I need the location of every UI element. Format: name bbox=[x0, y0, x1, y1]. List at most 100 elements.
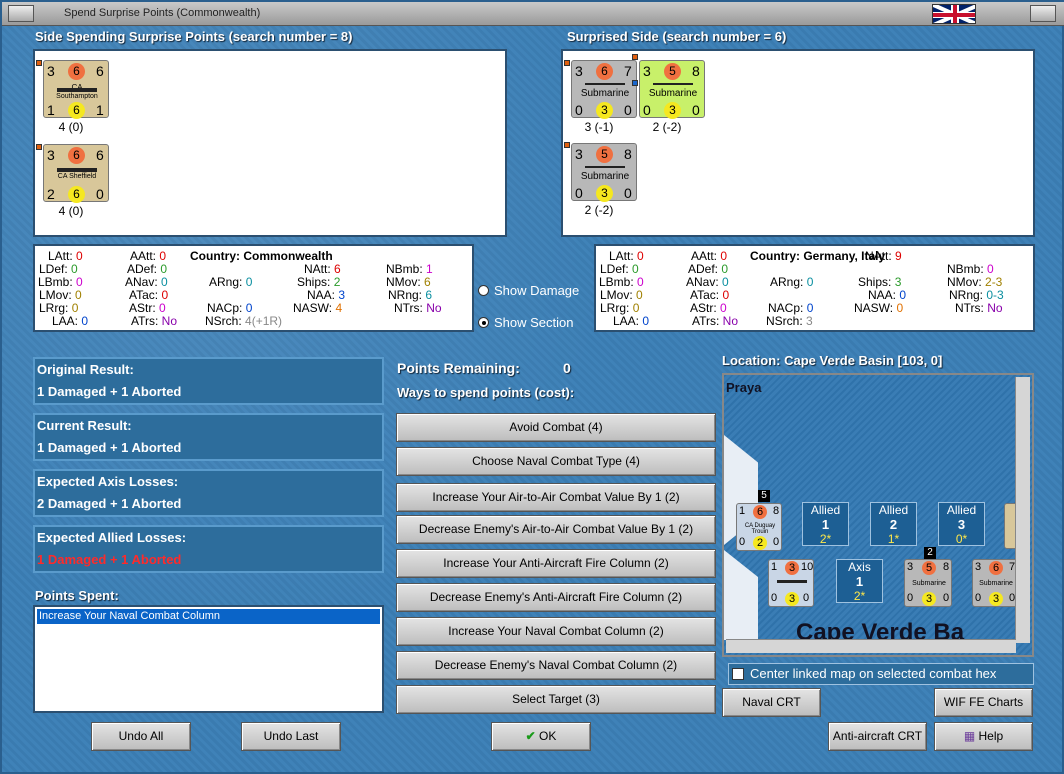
box-number: 1 bbox=[821, 517, 830, 532]
unit-value-label: 3 (-1) bbox=[584, 120, 614, 134]
maximize-button[interactable] bbox=[1030, 5, 1056, 22]
stat-label: LAA: bbox=[52, 314, 79, 328]
decrease-enemy-naval-combat-column-button[interactable]: Decrease Enemy's Naval Combat Column (2) bbox=[396, 651, 716, 680]
unit-counter[interactable]: 3 6 7 Submarine 0 3 0 bbox=[571, 60, 637, 119]
spending-side-header: Side Spending Surprise Points (search nu… bbox=[35, 29, 353, 44]
unit-value-label: 4 (0) bbox=[58, 120, 84, 134]
map-unit-counter[interactable]: 3 6 7 Submarine 0 3 0 bbox=[972, 559, 1018, 607]
stat-value: 0 bbox=[71, 301, 79, 315]
show-section-radio[interactable]: Show Section bbox=[478, 315, 574, 330]
result-title: Expected Allied Losses: bbox=[37, 530, 187, 545]
stat-label: ARng: bbox=[209, 275, 243, 289]
stack-count-badge: 2 bbox=[924, 547, 936, 559]
map-unit-counter[interactable]: 3 5 8 Submarine 0 3 0 bbox=[904, 559, 952, 607]
points-remaining-label: Points Remaining: bbox=[397, 360, 520, 376]
decrease-enemy-anti-aircraft-button[interactable]: Decrease Enemy's Anti-Aircraft Fire Colu… bbox=[396, 583, 716, 612]
center-linked-checkbox[interactable]: Center linked map on selected combat hex bbox=[728, 663, 1034, 685]
counter-value: 3 bbox=[596, 102, 613, 119]
increase-air-to-air-button[interactable]: Increase Your Air-to-Air Combat Value By… bbox=[396, 483, 716, 512]
unit-counter[interactable]: 3 5 8 Submarine 0 3 0 bbox=[571, 143, 637, 202]
spending-stats-panel: LAtt: 0 LDef: 0 LBmb: 0 LMov: 0 LRrg: 0 … bbox=[33, 244, 474, 332]
result-value: 2 Damaged + 1 Aborted bbox=[37, 496, 182, 511]
counter-value: 3 bbox=[785, 561, 799, 575]
increase-anti-aircraft-button[interactable]: Increase Your Anti-Aircraft Fire Column … bbox=[396, 549, 716, 578]
counter-value: 3 bbox=[907, 561, 914, 573]
allied-box-1[interactable]: Allied 1 2* bbox=[802, 502, 849, 546]
counter-value: 5 bbox=[664, 63, 681, 80]
counter-value: 0 bbox=[624, 185, 632, 201]
counter-value: 3 bbox=[47, 63, 55, 79]
unit-counter[interactable]: 3 6 6 CA Sheffield 2 6 0 bbox=[43, 144, 109, 203]
ok-label: OK bbox=[539, 729, 557, 743]
counter-value: 1 bbox=[771, 561, 778, 573]
box-value: 2* bbox=[853, 589, 866, 603]
stat-label: LDef: bbox=[39, 262, 68, 276]
stat-value: 0 bbox=[806, 301, 814, 315]
result-title: Original Result: bbox=[37, 362, 134, 377]
unit-marker-icon bbox=[36, 60, 42, 66]
map-unit-counter[interactable]: 1 3 10 0 3 0 bbox=[768, 559, 814, 607]
stat-value: 0 bbox=[722, 275, 729, 289]
country-label: Country: bbox=[190, 249, 240, 263]
select-target-button[interactable]: Select Target (3) bbox=[396, 685, 716, 714]
show-damage-radio[interactable]: Show Damage bbox=[478, 283, 579, 298]
undo-last-button[interactable]: Undo Last bbox=[241, 722, 341, 751]
stat-value: 0 bbox=[899, 288, 907, 302]
box-title: Allied bbox=[946, 503, 977, 517]
mini-map[interactable]: Praya 5 1 6 8 CA Duguay Trouin 0 2 0 All… bbox=[722, 373, 1034, 657]
map-vertical-scrollbar[interactable] bbox=[1015, 377, 1030, 643]
counter-value: 7 bbox=[624, 63, 632, 79]
stat-label: ATrs: bbox=[131, 314, 159, 328]
stat-value: 4 bbox=[335, 301, 343, 315]
box-number: 1 bbox=[855, 574, 864, 589]
stat-label: AAtt: bbox=[130, 249, 157, 263]
system-menu-button[interactable] bbox=[8, 5, 34, 22]
stat-value: 0 bbox=[637, 275, 644, 289]
points-spent-list[interactable]: Increase Your Naval Combat Column bbox=[33, 605, 384, 713]
counter-value: 5 bbox=[922, 561, 936, 575]
unit-marker-icon bbox=[632, 80, 638, 86]
stat-label: NMov: bbox=[386, 275, 421, 289]
stat-value: 0 bbox=[71, 262, 78, 276]
stat-label: NACp: bbox=[768, 301, 804, 315]
title-bar: Spend Surprise Points (Commonwealth) bbox=[2, 2, 1064, 26]
decrease-enemy-air-to-air-button[interactable]: Decrease Enemy's Air-to-Air Combat Value… bbox=[396, 515, 716, 544]
unit-marker-icon bbox=[564, 60, 570, 66]
counter-name: CA Duguay Trouin bbox=[744, 523, 776, 535]
map-horizontal-scrollbar[interactable] bbox=[726, 639, 1016, 653]
counter-name: Submarine bbox=[580, 171, 630, 182]
help-button[interactable]: ▦ Help bbox=[934, 722, 1033, 751]
submarine-silhouette-icon bbox=[585, 83, 625, 85]
anti-aircraft-crt-button[interactable]: Anti-aircraft CRT bbox=[828, 722, 927, 751]
counter-value: 6 bbox=[753, 505, 767, 519]
wif-fe-charts-button[interactable]: WIF FE Charts bbox=[934, 688, 1033, 717]
counter-value: 0 bbox=[643, 102, 651, 118]
counter-value: 0 bbox=[575, 185, 583, 201]
allied-box-2[interactable]: Allied 2 1* bbox=[870, 502, 917, 546]
unit-counter[interactable]: 3 6 6 CA Southampton 1 6 1 bbox=[43, 60, 109, 119]
counter-value: 0 bbox=[96, 186, 104, 202]
undo-all-button[interactable]: Undo All bbox=[91, 722, 191, 751]
allied-box-3[interactable]: Allied 3 0* bbox=[938, 502, 985, 546]
avoid-combat-button[interactable]: Avoid Combat (4) bbox=[396, 413, 716, 442]
stat-value: 6 bbox=[425, 288, 433, 302]
result-title: Current Result: bbox=[37, 418, 132, 433]
unit-counter[interactable]: 3 5 8 Submarine 0 3 0 bbox=[639, 60, 705, 119]
box-title: Axis bbox=[848, 560, 871, 574]
map-unit-counter[interactable]: 1 6 8 CA Duguay Trouin 0 2 0 bbox=[736, 503, 782, 551]
counter-name: Submarine bbox=[912, 580, 946, 587]
naval-crt-button[interactable]: Naval CRT bbox=[722, 688, 821, 717]
stat-value: 0 bbox=[722, 288, 730, 302]
axis-box-1[interactable]: Axis 1 2* bbox=[836, 559, 883, 603]
counter-name: Southampton bbox=[56, 93, 98, 100]
ship-silhouette-icon bbox=[57, 168, 97, 172]
counter-value: 2 bbox=[47, 186, 55, 202]
stat-value: 6 bbox=[334, 262, 341, 276]
counter-value: 6 bbox=[68, 63, 85, 80]
counter-value: 5 bbox=[596, 146, 613, 163]
ok-button[interactable]: ✔ OK bbox=[491, 722, 591, 751]
list-item[interactable]: Increase Your Naval Combat Column bbox=[37, 609, 380, 624]
choose-naval-combat-type-button[interactable]: Choose Naval Combat Type (4) bbox=[396, 447, 716, 476]
stat-value: 0 bbox=[76, 249, 83, 263]
increase-naval-combat-column-button[interactable]: Increase Your Naval Combat Column (2) bbox=[396, 617, 716, 646]
